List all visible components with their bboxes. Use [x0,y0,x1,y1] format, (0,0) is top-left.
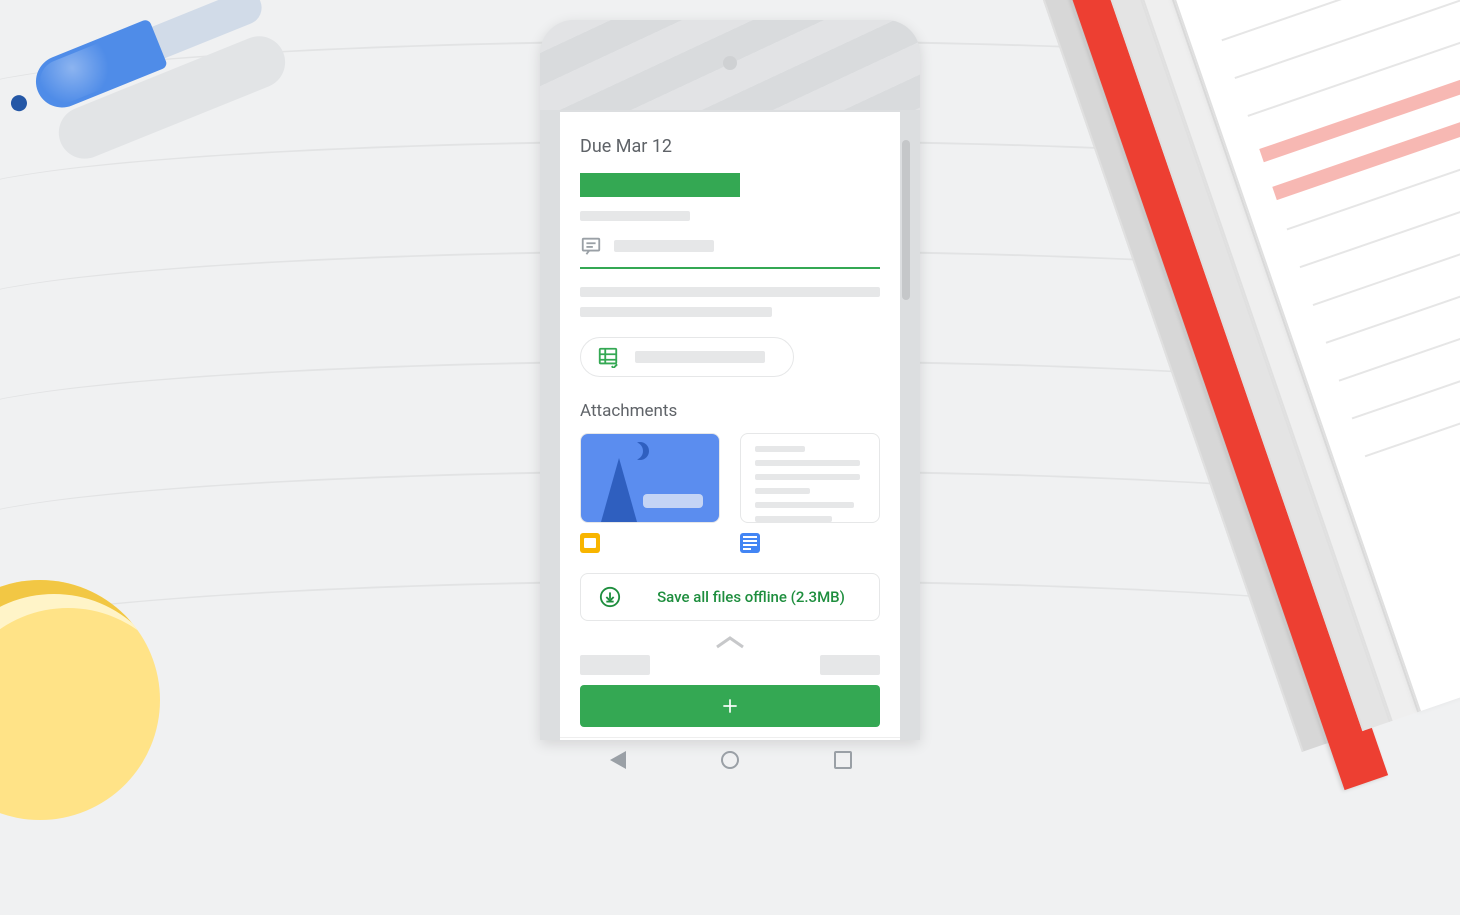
moon-illustration [631,442,649,460]
slides-file-icon [580,533,600,553]
assignment-title-placeholder [580,173,740,197]
comment-icon [580,235,602,257]
your-work-label-placeholder [580,655,650,675]
attachment-slides[interactable] [580,433,720,523]
download-icon [599,586,621,608]
doc-thumbnail [740,433,880,523]
class-comments-row[interactable] [580,235,880,257]
ball-illustration [0,580,160,820]
slides-thumbnail [580,433,720,523]
assignment-screen: Due Mar 12 Attachments [560,112,900,740]
your-work-row [580,655,880,675]
plus-icon [720,696,740,716]
nav-home-icon[interactable] [721,751,739,769]
status-placeholder [820,655,880,675]
save-offline-label: Save all files offline (2.3MB) [641,588,861,606]
add-work-button[interactable] [580,685,880,727]
comment-placeholder [614,240,714,252]
rubric-chip[interactable] [580,337,794,377]
description-line [580,307,772,317]
attachment-doc[interactable] [740,433,880,523]
attachments-header: Attachments [580,401,880,421]
phone-speaker [723,56,737,70]
rubric-label-placeholder [635,351,765,363]
android-nav-bar [560,737,900,781]
scrollbar[interactable] [902,140,910,300]
docs-file-icon [740,533,760,553]
phone-frame: Due Mar 12 Attachments [540,20,920,740]
nav-recents-icon[interactable] [834,751,852,769]
eiffel-illustration [601,450,637,522]
nav-back-icon[interactable] [608,751,626,769]
save-offline-button[interactable]: Save all files offline (2.3MB) [580,573,880,621]
due-date: Due Mar 12 [580,136,880,157]
description-line [580,287,880,297]
divider [580,267,880,269]
attachment-cards [580,433,880,523]
rubric-icon [597,346,619,368]
subtitle-placeholder [580,211,690,221]
expand-handle[interactable] [580,635,880,649]
pen-illustration [0,0,240,193]
